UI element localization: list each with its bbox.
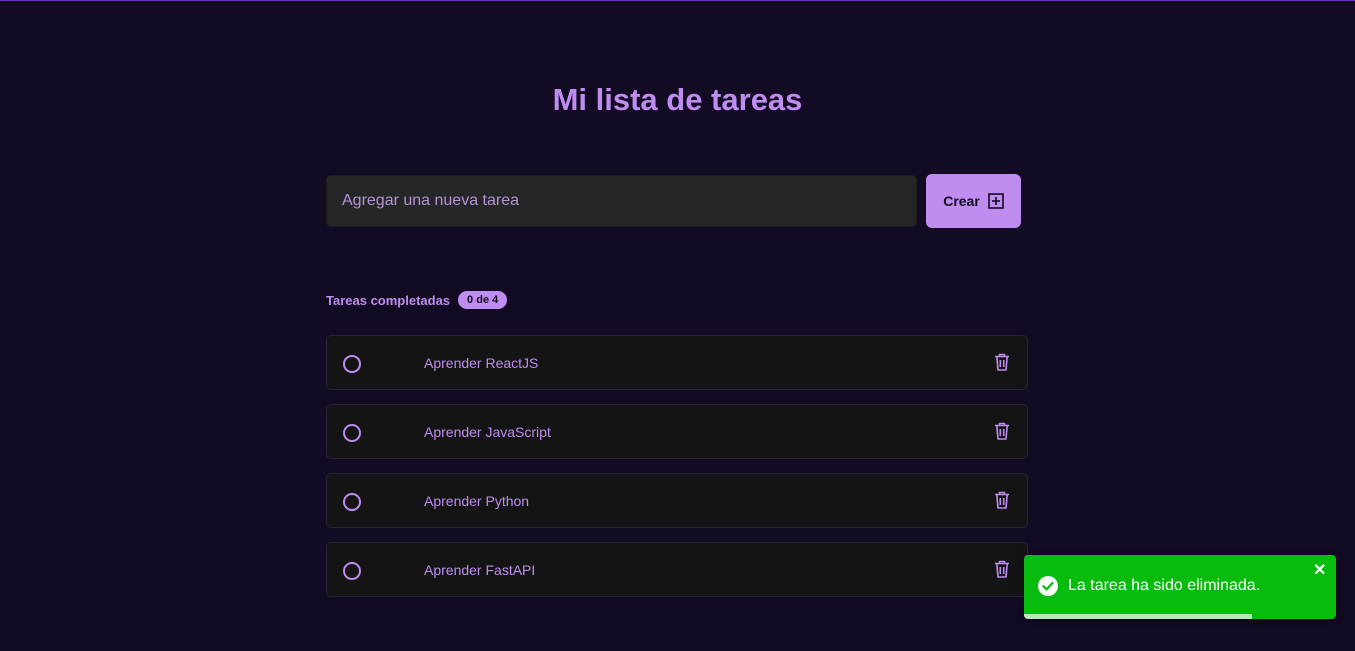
- completed-counter: Tareas completadas 0 de 4: [326, 291, 508, 309]
- task-item: Aprender Python: [326, 473, 1028, 528]
- toast-message: La tarea ha sido eliminada.: [1068, 577, 1261, 594]
- task-item: Aprender FastAPI: [326, 542, 1028, 597]
- trash-icon[interactable]: [993, 352, 1011, 372]
- task-label: Aprender JavaScript: [424, 424, 551, 440]
- task-checkbox[interactable]: [343, 424, 361, 442]
- page-title: Mi lista de tareas: [552, 82, 803, 117]
- task-label: Aprender FastAPI: [424, 562, 536, 578]
- task-item: Aprender ReactJS: [326, 335, 1028, 390]
- task-checkbox[interactable]: [343, 562, 361, 580]
- close-icon[interactable]: ✕: [1313, 563, 1326, 579]
- toast-notification[interactable]: La tarea ha sido eliminada. ✕: [1024, 555, 1336, 619]
- completed-counter-label: Tareas completadas: [326, 292, 451, 308]
- task-checkbox[interactable]: [343, 355, 361, 373]
- plus-square-icon: [987, 193, 1004, 209]
- completed-counter-badge: 0 de 4: [458, 291, 508, 309]
- trash-icon[interactable]: [993, 490, 1011, 510]
- task-checkbox[interactable]: [343, 493, 361, 511]
- create-button[interactable]: Crear: [926, 174, 1021, 228]
- trash-icon[interactable]: [993, 559, 1011, 579]
- task-label: Aprender Python: [424, 493, 530, 509]
- task-item: Aprender JavaScript: [326, 404, 1028, 459]
- toast-progress-bar: [1024, 614, 1252, 619]
- new-task-input[interactable]: [326, 175, 917, 227]
- task-label: Aprender ReactJS: [424, 355, 539, 371]
- trash-icon[interactable]: [993, 421, 1011, 441]
- create-button-label: Crear: [943, 193, 980, 209]
- check-circle-icon: [1038, 576, 1058, 596]
